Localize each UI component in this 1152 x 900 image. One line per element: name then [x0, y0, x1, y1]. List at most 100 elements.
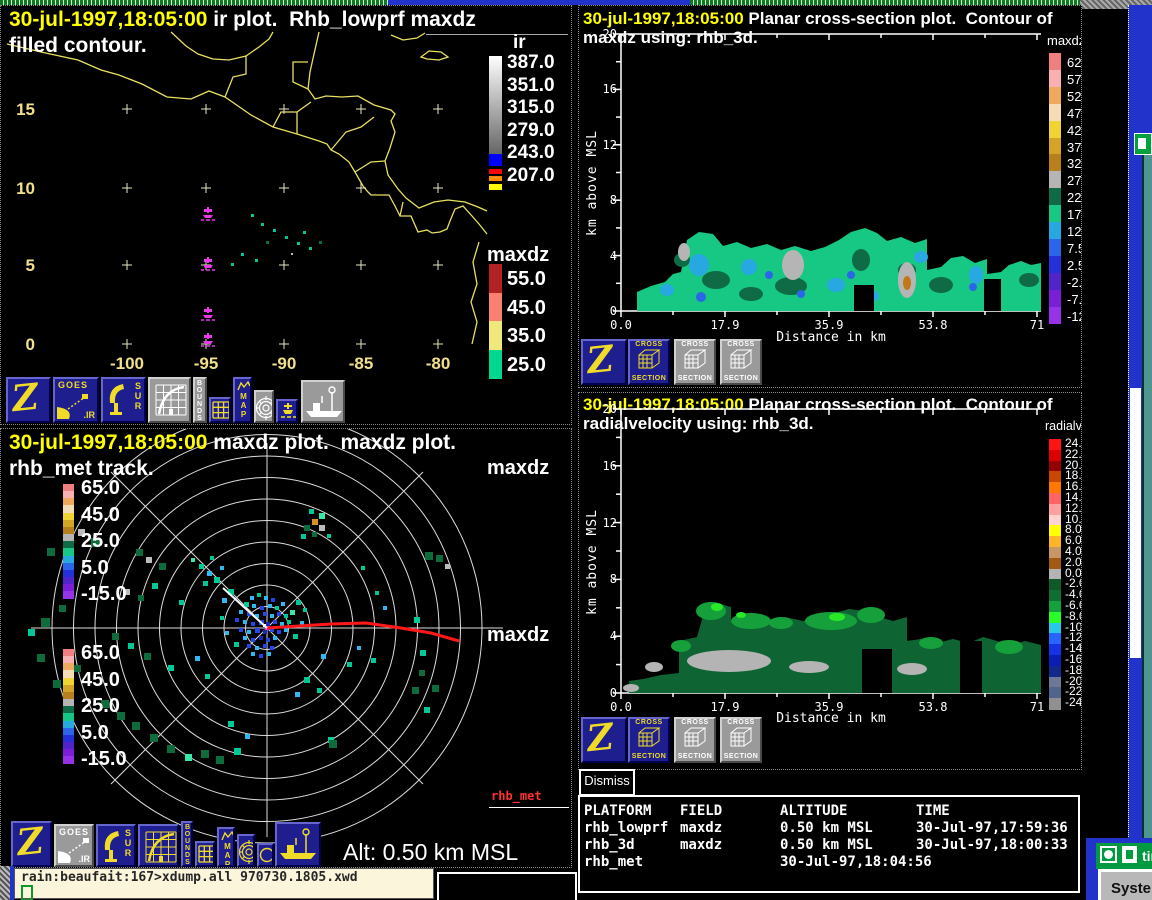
colorbar-tick-label: 52.5 [1067, 88, 1082, 105]
system-menu-label[interactable]: System [1111, 880, 1152, 897]
x-tick-label: 53.8 [913, 318, 953, 332]
window-menu-widget[interactable] [1134, 133, 1152, 155]
window-menu-icon[interactable] [1100, 846, 1117, 863]
dismiss-button[interactable]: Dismiss [579, 769, 635, 796]
colorbar-tick-label: 37.5 [1067, 139, 1082, 156]
colorbar-segment [1049, 171, 1061, 189]
cross-section-toolbar: ZCROSS SECTIONCROSS SECTIONCROSS SECTION [581, 339, 1081, 387]
y-tick-label: 20 [593, 402, 617, 416]
colorbar-tick-label: -7.5 [1067, 291, 1082, 308]
map-squiggle-icon [236, 380, 252, 392]
goes-satellite-icon [55, 391, 93, 421]
colorbar-tick-label: 47.5 [1067, 105, 1082, 122]
colorbar-segment [1049, 666, 1061, 677]
radar-grid-icon [151, 380, 191, 420]
y-tick-label: 4 [593, 629, 617, 643]
colorbar-segment [1049, 547, 1061, 558]
colorbar-tick-label: 42.5 [1067, 122, 1082, 139]
scrollbar-thumb[interactable] [1130, 388, 1141, 658]
y-tick-label: 16 [593, 82, 617, 96]
background-window-teal [1142, 148, 1152, 847]
colorbar-segment [1049, 558, 1061, 569]
y-tick-label: 8 [593, 193, 617, 207]
colorbar-segment [1049, 154, 1061, 172]
colorbar-segment [1049, 461, 1061, 472]
platform-status-table: PLATFORMFIELDALTITUDETIMErhb_lowprfmaxdz… [578, 795, 1080, 893]
colorbar-segment [1049, 439, 1061, 450]
radar-grid-button[interactable] [138, 824, 179, 867]
ship-button[interactable] [275, 822, 321, 867]
tin-window-body: System [1098, 869, 1152, 900]
circle-button[interactable] [257, 843, 274, 867]
grid-button[interactable] [195, 841, 215, 867]
colorbar-segment [1049, 307, 1061, 325]
button-label: SECTION [722, 375, 760, 382]
table-cell: rhb_3d [584, 837, 680, 853]
zeb-button[interactable]: Z [6, 377, 51, 423]
tin-titlebar[interactable]: tin [1096, 843, 1152, 869]
radar-ppi-panel: 30-jul-1997,18:05:00 maxdz plot. maxdz p… [0, 428, 572, 868]
colorbar-segment [1049, 222, 1061, 240]
tin-window-title: tin [1142, 848, 1152, 864]
bounds-button[interactable]: BOUNDS [193, 377, 207, 423]
table-cell: 30-Jul-97,17:59:36 [916, 820, 1076, 836]
cube-icon [637, 348, 661, 370]
cross-section-button[interactable]: CROSS SECTION [628, 339, 670, 385]
rings-button[interactable] [237, 834, 255, 867]
button-label: SUR [123, 828, 132, 858]
cross-section-button[interactable]: CROSS SECTION [628, 717, 670, 763]
cross-section-button[interactable]: CROSS SECTION [720, 339, 762, 385]
goes-ir-button[interactable]: GOES .IR [54, 824, 94, 867]
colorbar-segment [1049, 188, 1061, 206]
surveillance-button[interactable]: SUR [96, 824, 136, 867]
terminal-screen[interactable]: rain:beaufait:167>xdump.all 970730.1805.… [14, 868, 434, 899]
map-button[interactable]: MAP [233, 377, 252, 423]
tin-window: tin System [1086, 838, 1152, 900]
radar-grid-button[interactable] [148, 377, 191, 423]
grid-icon [198, 845, 215, 863]
cross-section-button[interactable]: CROSS SECTION [674, 339, 716, 385]
button-label: SECTION [722, 753, 760, 760]
surveillance-button[interactable]: SUR [101, 377, 146, 423]
colorbar-tick-label: -12.5 [1067, 308, 1082, 325]
button-label: CROSS [630, 341, 668, 348]
cross-section-button[interactable]: CROSS SECTION [674, 717, 716, 763]
colorbar-label: radialvelocity [1045, 419, 1082, 433]
table-row: rhb_lowprfmaxdz0.50 km MSL30-Jul-97,17:5… [584, 820, 1076, 836]
colorbar-segment [1049, 612, 1061, 623]
xsec-contour-plot[interactable] [621, 34, 1041, 311]
button-label: MAP [239, 392, 247, 419]
xsec-contour-plot[interactable] [621, 409, 1041, 693]
terminal-scrollbar[interactable] [0, 866, 10, 900]
y-tick-label: 8 [593, 572, 617, 586]
button-label: SECTION [630, 753, 668, 760]
table-cell: rhb_lowprf [584, 820, 680, 836]
cross-section-toolbar: ZCROSS SECTIONCROSS SECTIONCROSS SECTION [581, 717, 1081, 765]
colorbar-segment [1049, 623, 1061, 634]
x-tick-label: 0.0 [601, 700, 641, 714]
colorbar-tick-label: 32.5 [1067, 155, 1082, 172]
button-label: BOUNDS [184, 824, 191, 866]
buoy-button[interactable] [276, 399, 298, 423]
cross-section-button[interactable]: CROSS SECTION [720, 717, 762, 763]
map-button[interactable]: MAP [217, 827, 235, 867]
colorbar-segment [1049, 450, 1061, 461]
goes-ir-button[interactable]: GOES .IR [53, 377, 99, 423]
empty-widget-frame [437, 872, 577, 900]
zeb-button[interactable]: Z [581, 717, 627, 763]
colorbar-segment [1049, 273, 1061, 291]
bounds-button[interactable]: BOUNDS [181, 821, 193, 867]
window-iconify-icon[interactable] [1122, 846, 1137, 863]
ship-button[interactable] [301, 380, 345, 423]
ship-icon [277, 826, 319, 862]
colorbar-segment [1049, 677, 1061, 688]
rings-button[interactable] [254, 390, 274, 423]
cube-icon [729, 726, 753, 748]
colorbar-segment [1049, 569, 1061, 580]
colorbar-segment [1049, 655, 1061, 666]
radar-toolbar: ZGOES .IR SUR BOUNDS MAP [1, 429, 572, 868]
zeb-button[interactable]: Z [581, 339, 627, 385]
grid-button[interactable] [209, 397, 231, 423]
table-row: rhb_3dmaxdz0.50 km MSL30-Jul-97,18:00:33 [584, 837, 1076, 853]
zeb-button[interactable]: Z [11, 821, 52, 867]
